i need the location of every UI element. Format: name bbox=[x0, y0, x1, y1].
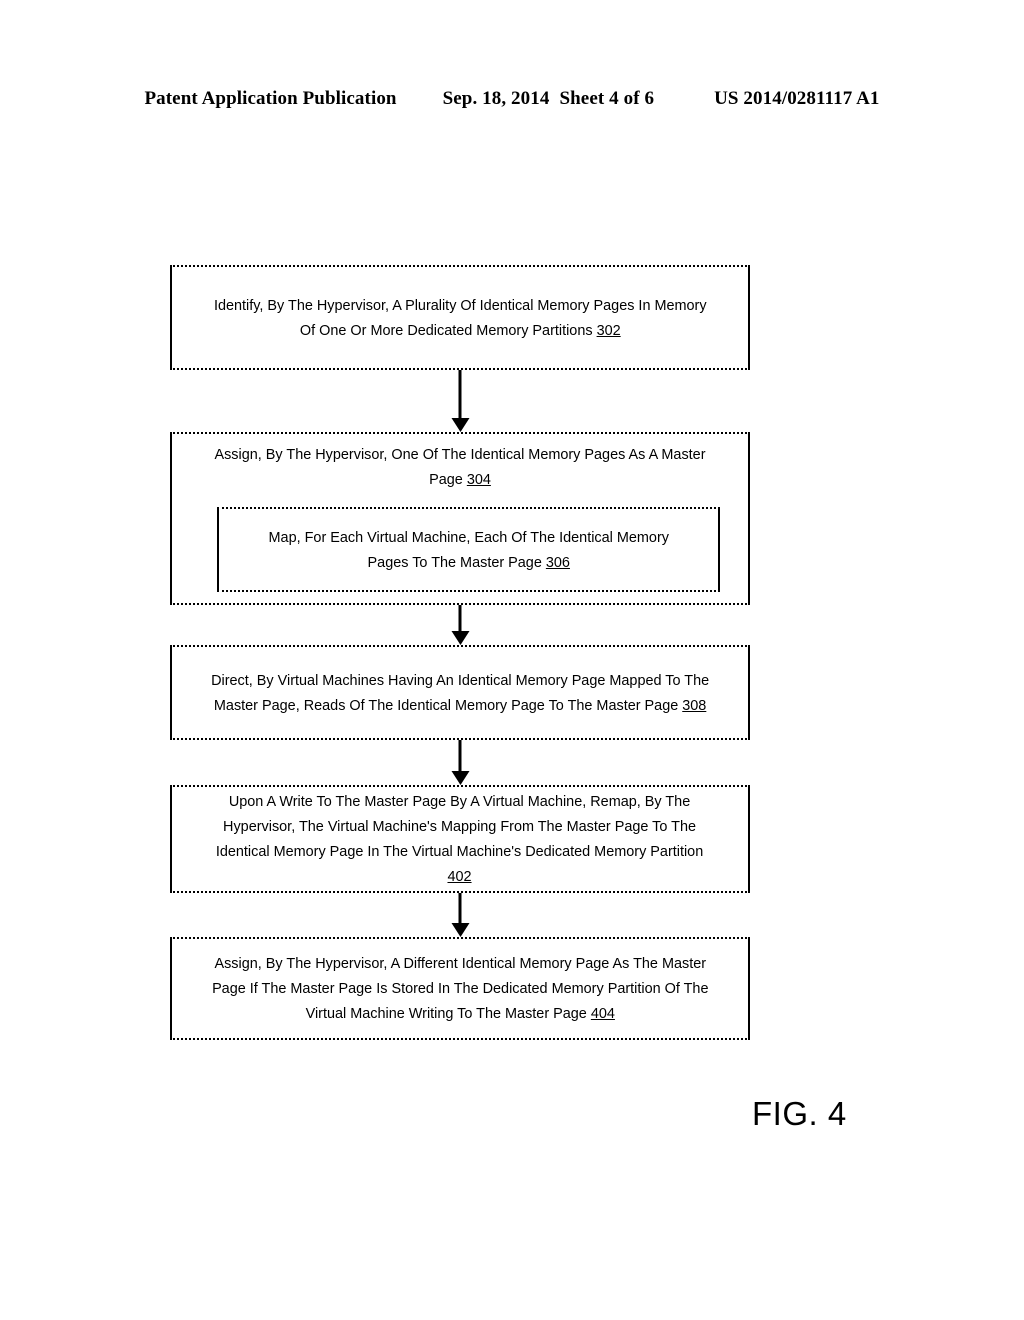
flowchart-step-306-body: Map, For Each Virtual Machine, Each Of T… bbox=[268, 528, 669, 571]
flowchart-step-304: Assign, By The Hypervisor, One Of The Id… bbox=[170, 432, 750, 605]
flowchart-step-308-body: Direct, By Virtual Machines Having An Id… bbox=[210, 671, 710, 714]
header-publication-title: Patent Application Publication bbox=[144, 88, 397, 109]
flowchart-step-404-text: Assign, By The Hypervisor, A Different I… bbox=[204, 951, 716, 1026]
flowchart-step-402-ref: 402 bbox=[447, 868, 473, 885]
flowchart-step-404-body: Assign, By The Hypervisor, A Different I… bbox=[211, 955, 709, 1022]
flowchart-step-404: Assign, By The Hypervisor, A Different I… bbox=[170, 937, 750, 1040]
arrow-302-to-304 bbox=[458, 370, 462, 419]
flowchart-step-302-text: Identify, By The Hypervisor, A Plurality… bbox=[206, 293, 714, 343]
flowchart-step-304-body: Assign, By The Hypervisor, One Of The Id… bbox=[214, 446, 706, 488]
flowchart-step-404-ref: 404 bbox=[590, 1005, 615, 1022]
flowchart-step-308-text: Direct, By Virtual Machines Having An Id… bbox=[203, 668, 716, 718]
flowchart-step-302: Identify, By The Hypervisor, A Plurality… bbox=[170, 265, 750, 370]
arrow-402-to-404 bbox=[458, 893, 462, 924]
header-publication-date: Sep. 18, 2014 bbox=[442, 88, 550, 109]
page-header: Patent Application Publication Sep. 18, … bbox=[0, 88, 1024, 110]
flowchart-step-306: Map, For Each Virtual Machine, Each Of T… bbox=[217, 507, 720, 592]
flowchart-step-302-ref: 302 bbox=[596, 321, 621, 339]
flowchart-step-306-text: Map, For Each Virtual Machine, Each Of T… bbox=[261, 525, 677, 575]
flowchart-step-308: Direct, By Virtual Machines Having An Id… bbox=[170, 645, 750, 740]
flowchart-step-402-text: Upon A Write To The Master Page By A Vir… bbox=[209, 789, 712, 889]
figure-label: FIG. 4 bbox=[752, 1095, 847, 1132]
flowchart-step-302-body: Identify, By The Hypervisor, A Plurality… bbox=[213, 296, 707, 339]
header-sheet-number: Sheet 4 of 6 bbox=[559, 88, 655, 109]
flowchart-step-304-ref: 304 bbox=[466, 471, 491, 488]
flowchart-step-402: Upon A Write To The Master Page By A Vir… bbox=[170, 785, 750, 893]
flowchart-step-402-body: Upon A Write To The Master Page By A Vir… bbox=[216, 793, 704, 860]
arrow-304-to-308 bbox=[458, 605, 462, 632]
flowchart-step-306-ref: 306 bbox=[545, 553, 570, 571]
arrow-308-to-402 bbox=[458, 740, 462, 772]
flowchart-step-308-ref: 308 bbox=[682, 696, 707, 714]
flowchart-step-304-text: Assign, By The Hypervisor, One Of The Id… bbox=[186, 442, 733, 492]
header-patent-number: US 2014/0281117 A1 bbox=[714, 88, 880, 109]
